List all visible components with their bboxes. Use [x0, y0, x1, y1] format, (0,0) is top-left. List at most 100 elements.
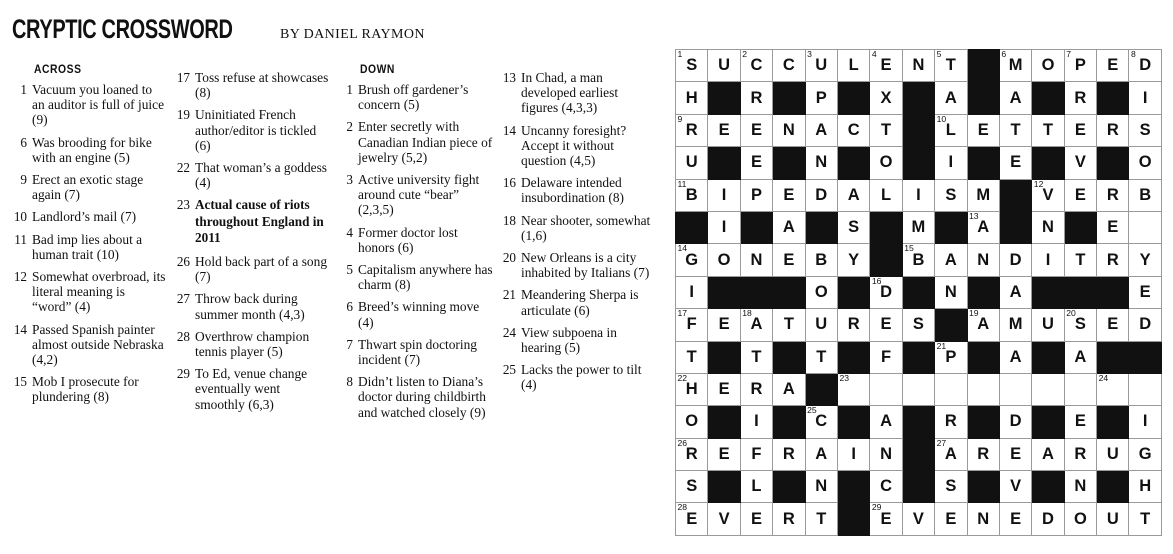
grid-cell-r11c15[interactable] — [1128, 372, 1162, 407]
grid-cell-r7c4[interactable]: E — [772, 243, 806, 277]
grid-cell-r3c7[interactable]: T — [869, 113, 903, 148]
grid-cell-r5c9[interactable]: S — [934, 178, 968, 212]
grid-cell-r2c1[interactable]: H — [674, 81, 709, 115]
grid-cell-r9c2[interactable]: E — [707, 308, 741, 342]
clue-across-6[interactable]: 6 Was brooding for bike with an engine (5… — [12, 135, 167, 165]
grid-cell-r11c6[interactable]: 23 — [836, 372, 871, 407]
grid-cell-r15c11[interactable]: E — [998, 502, 1033, 536]
grid-cell-r6c14[interactable]: E — [1096, 210, 1130, 245]
grid-cell-r4c15[interactable]: O — [1128, 146, 1162, 180]
grid-cell-r13c5[interactable]: A — [804, 437, 838, 472]
grid-cell-r12c5[interactable]: 25 C — [804, 405, 838, 439]
grid-cell-r7c3[interactable]: N — [739, 243, 774, 277]
grid-cell-r5c15[interactable]: B — [1128, 178, 1162, 212]
grid-cell-r13c2[interactable]: E — [707, 437, 741, 472]
clue-down-14[interactable]: 14 Uncanny foresight? Accept it without q… — [501, 123, 656, 169]
grid-cell-r1c5[interactable]: 3U — [804, 48, 838, 83]
grid-cell-r12c9[interactable]: R — [934, 405, 968, 439]
grid-cell-r9c8[interactable]: S — [901, 308, 936, 342]
grid-cell-r10c3[interactable]: T — [739, 340, 774, 374]
grid-cell-r12c11[interactable]: D — [998, 405, 1033, 439]
grid-cell-r1c12[interactable]: O — [1031, 48, 1065, 83]
clue-down-8[interactable]: 8 Didn’t listen to Diana’s doctor during … — [338, 374, 493, 420]
grid-cell-r5c6[interactable]: A — [836, 178, 871, 212]
clue-across-9[interactable]: 9 Erect an exotic stage again (7) — [12, 172, 167, 202]
grid-cell-r2c13[interactable]: R — [1063, 81, 1098, 115]
clue-across-1[interactable]: 1 Vacuum you loaned to an auditor is full… — [12, 82, 167, 128]
grid-cell-r15c7[interactable]: 29 E — [869, 502, 903, 536]
grid-cell-r9c15[interactable]: D — [1128, 308, 1162, 342]
clue-down-4[interactable]: 4 Former doctor lost honors (6) — [338, 225, 493, 255]
clue-down-20[interactable]: 20 New Orleans is a city inhabited by Ita… — [501, 250, 656, 280]
grid-cell-r14c11[interactable]: V — [998, 470, 1033, 504]
grid-cell-r4c11[interactable]: E — [998, 146, 1033, 180]
grid-cell-r4c13[interactable]: V — [1063, 146, 1098, 180]
grid-cell-r3c1[interactable]: 9R — [674, 113, 709, 148]
clue-across-14[interactable]: 14 Passed Spanish painter almost outside … — [12, 322, 167, 368]
grid-cell-r15c3[interactable]: E — [739, 502, 774, 536]
grid-cell-r6c2[interactable]: I — [707, 210, 741, 245]
grid-cell-r12c1[interactable]: O — [674, 405, 709, 439]
clue-down-16[interactable]: 16 Delaware intended insubordination (8) — [501, 175, 656, 205]
grid-cell-r15c9[interactable]: E — [934, 502, 968, 536]
grid-cell-r1c9[interactable]: 5T — [934, 48, 968, 83]
grid-cell-r13c15[interactable]: G — [1128, 437, 1162, 472]
grid-cell-r1c2[interactable]: U — [707, 48, 741, 83]
grid-cell-r13c7[interactable]: N — [869, 437, 903, 472]
clue-across-17[interactable]: 17 Toss refuse at showcases (8) — [175, 70, 330, 100]
grid-cell-r14c7[interactable]: C — [869, 470, 903, 504]
grid-cell-r9c4[interactable]: T — [772, 308, 806, 342]
grid-cell-r1c7[interactable]: 4E — [869, 48, 903, 83]
clue-down-1[interactable]: 1 Brush off gardener’s concern (5) — [338, 82, 493, 112]
grid-cell-r1c3[interactable]: 2C — [739, 48, 774, 83]
grid-cell-r13c11[interactable]: E — [998, 437, 1033, 472]
grid-cell-r2c9[interactable]: A — [934, 81, 968, 115]
grid-cell-r9c1[interactable]: 17 F — [674, 308, 709, 342]
grid-cell-r14c3[interactable]: L — [739, 470, 774, 504]
clue-across-29[interactable]: 29 To Ed, venue change eventually went sm… — [175, 366, 330, 412]
grid-cell-r14c15[interactable]: H — [1128, 470, 1162, 504]
grid-cell-r10c11[interactable]: A — [998, 340, 1033, 374]
clue-across-19[interactable]: 19 Uninitiated French author/editor is ti… — [175, 107, 330, 153]
grid-cell-r13c10[interactable]: R — [966, 437, 1000, 472]
clue-down-3[interactable]: 3 Active university fight around cute “be… — [338, 172, 493, 218]
grid-cell-r3c14[interactable]: R — [1096, 113, 1130, 148]
grid-cell-r12c3[interactable]: I — [739, 405, 774, 439]
grid-cell-r7c10[interactable]: N — [966, 243, 1000, 277]
grid-cell-r5c5[interactable]: D — [804, 178, 838, 212]
grid-cell-r10c7[interactable]: F — [869, 340, 903, 374]
grid-cell-r12c7[interactable]: A — [869, 405, 903, 439]
clue-down-25[interactable]: 25 Lacks the power to tilt (4) — [501, 362, 656, 392]
grid-cell-r5c10[interactable]: M — [966, 178, 1000, 212]
clue-across-12[interactable]: 12 Somewhat overbroad, its literal meanin… — [12, 269, 167, 315]
grid-cell-r4c7[interactable]: O — [869, 146, 903, 180]
grid-cell-r12c13[interactable]: E — [1063, 405, 1098, 439]
grid-cell-r9c10[interactable]: 19 A — [966, 308, 1000, 342]
clue-across-10[interactable]: 10 Landlord’s mail (7) — [12, 209, 167, 224]
grid-cell-r6c8[interactable]: M — [901, 210, 936, 245]
grid-cell-r14c5[interactable]: N — [804, 470, 838, 504]
grid-cell-r7c8[interactable]: 15 B — [901, 243, 936, 277]
clue-down-5[interactable]: 5 Capitalism anywhere has charm (8) — [338, 262, 493, 292]
grid-cell-r5c4[interactable]: E — [772, 178, 806, 212]
grid-cell-r13c4[interactable]: R — [772, 437, 806, 472]
clue-across-15[interactable]: 15 Mob I prosecute for plundering (8) — [12, 374, 167, 404]
grid-cell-r3c9[interactable]: 10 L — [934, 113, 968, 148]
grid-cell-r11c14[interactable]: 24 — [1096, 372, 1130, 407]
grid-cell-r15c13[interactable]: O — [1063, 502, 1098, 536]
grid-cell-r2c3[interactable]: R — [739, 81, 774, 115]
grid-cell-r8c9[interactable]: N — [934, 275, 968, 310]
grid-cell-r6c12[interactable]: N — [1031, 210, 1065, 245]
grid-cell-r3c5[interactable]: A — [804, 113, 838, 148]
grid-cell-r4c9[interactable]: I — [934, 146, 968, 180]
grid-cell-r15c10[interactable]: N — [966, 502, 1000, 536]
grid-cell-r8c5[interactable]: O — [804, 275, 838, 310]
grid-cell-r15c12[interactable]: D — [1031, 502, 1065, 536]
grid-cell-r1c15[interactable]: 8D — [1128, 48, 1162, 83]
grid-cell-r7c13[interactable]: T — [1063, 243, 1098, 277]
grid-cell-r3c4[interactable]: N — [772, 113, 806, 148]
grid-cell-r1c13[interactable]: 7P — [1063, 48, 1098, 83]
grid-cell-r7c9[interactable]: A — [934, 243, 968, 277]
clue-across-23[interactable]: 23 Actual cause of riots throughout Engla… — [175, 197, 330, 247]
grid-cell-r2c11[interactable]: A — [998, 81, 1033, 115]
